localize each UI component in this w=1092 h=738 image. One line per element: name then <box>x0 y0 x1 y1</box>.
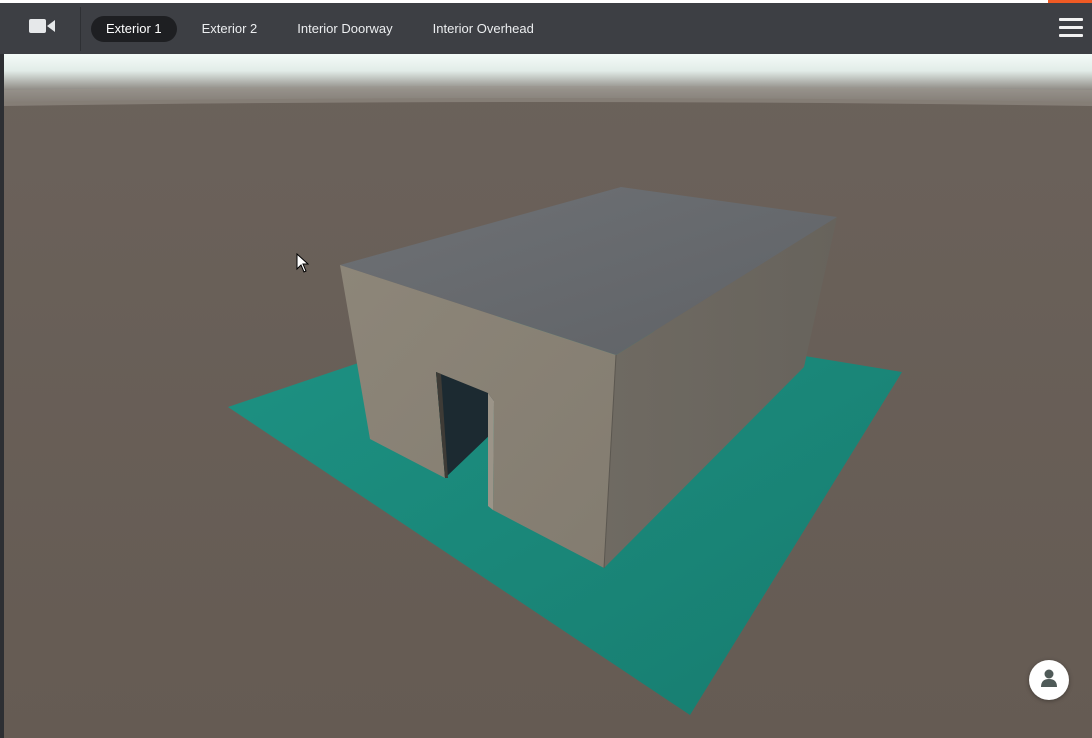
video-camera-icon <box>29 18 55 39</box>
user-avatar-button[interactable] <box>1029 660 1069 700</box>
tab-exterior-1[interactable]: Exterior 1 <box>91 16 177 42</box>
camera-view-tabs: Exterior 1 Exterior 2 Interior Doorway I… <box>91 16 549 42</box>
camera-button[interactable] <box>18 13 66 43</box>
scene-canvas <box>4 54 1092 738</box>
doorway-jamb <box>488 393 494 510</box>
tab-interior-overhead[interactable]: Interior Overhead <box>418 16 549 42</box>
hamburger-line <box>1059 34 1083 37</box>
user-icon <box>1040 668 1058 693</box>
hamburger-line <box>1059 26 1083 29</box>
toolbar-divider <box>80 7 81 51</box>
menu-button[interactable] <box>1057 15 1085 41</box>
hamburger-menu-icon <box>1059 18 1083 21</box>
3d-viewport[interactable] <box>4 54 1092 738</box>
scene-viewer-app: Exterior 1 Exterior 2 Interior Doorway I… <box>0 0 1092 738</box>
camera-toolbar: Exterior 1 Exterior 2 Interior Doorway I… <box>0 3 1092 54</box>
tab-interior-doorway[interactable]: Interior Doorway <box>282 16 407 42</box>
tab-exterior-2[interactable]: Exterior 2 <box>187 16 273 42</box>
